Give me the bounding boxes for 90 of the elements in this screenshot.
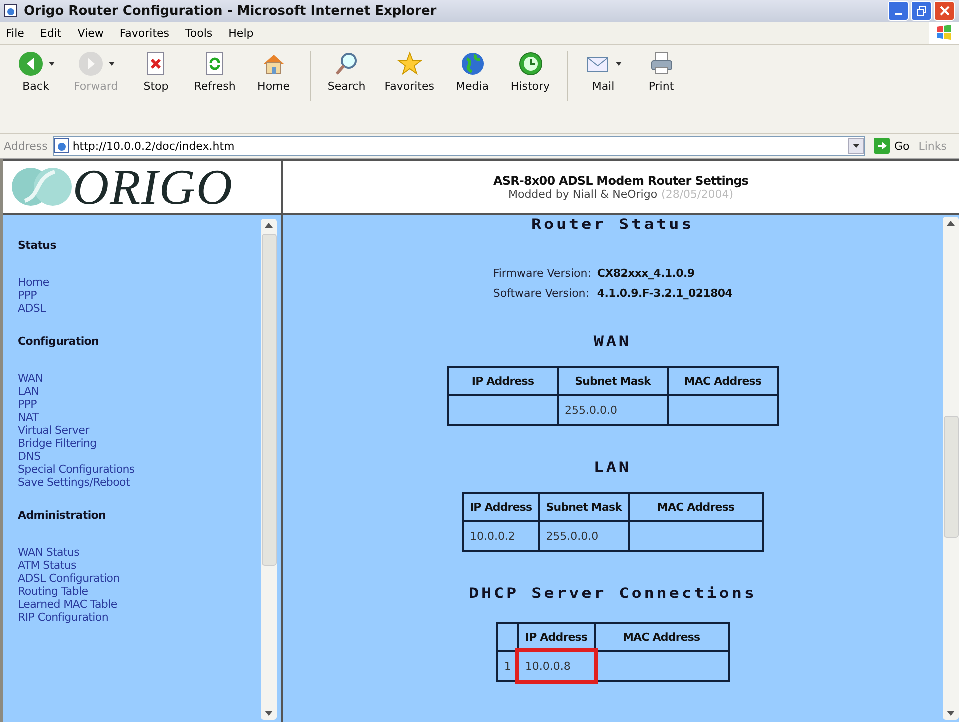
minimize-button[interactable]	[888, 1, 909, 21]
nav-link[interactable]: Virtual Server	[18, 424, 90, 437]
table-cell: 255.0.0.0	[558, 395, 668, 425]
nav-link[interactable]: Save Settings/Reboot	[18, 476, 130, 489]
nav-link[interactable]: Home	[18, 276, 50, 289]
column-header: Subnet Mask	[558, 367, 668, 395]
menu-item[interactable]: Edit	[40, 26, 62, 40]
scroll-up-icon	[265, 223, 273, 228]
section-heading: Configuration	[18, 335, 100, 348]
nav-link[interactable]: Special Configurations	[18, 463, 135, 476]
restore-button[interactable]	[911, 1, 932, 21]
scrollbar[interactable]	[943, 217, 959, 720]
nav-link[interactable]: DNS	[18, 450, 41, 463]
toolbar-button[interactable]: Print	[636, 51, 688, 93]
menu-item[interactable]: Help	[228, 26, 254, 40]
nav-link[interactable]: RIP Configuration	[18, 611, 109, 624]
nav-link[interactable]: ADSL Configuration	[18, 572, 120, 585]
column-header: IP Address	[448, 367, 558, 395]
dropdown-button[interactable]	[848, 138, 864, 154]
go-button[interactable]: Go	[870, 138, 914, 154]
version-value: CX82xxx_4.1.0.9	[597, 267, 696, 280]
star-icon	[396, 51, 423, 77]
toolbar-button[interactable]: Search	[320, 51, 373, 93]
header-subtitle: Modded by Niall & NeOrigo	[508, 188, 658, 200]
window-title: Origo Router Configuration - Microsoft Internet Explorer	[24, 4, 438, 18]
version-label: Software Version:	[493, 287, 590, 300]
menu-item[interactable]: Favorites	[120, 26, 170, 40]
scroll-thumb[interactable]	[944, 416, 958, 538]
nav-link[interactable]: WAN	[18, 372, 44, 385]
toolbar-button[interactable]: Stop	[130, 51, 182, 93]
close-button[interactable]	[934, 1, 955, 21]
page-icon	[54, 138, 70, 154]
nav-link[interactable]: Routing Table	[18, 585, 88, 598]
nav-link[interactable]: PPP	[18, 289, 37, 302]
nav-link[interactable]: Bridge Filtering	[18, 437, 97, 450]
header-date: (28/05/2004)	[662, 188, 734, 200]
address-label: Address	[4, 140, 48, 152]
clock-icon	[518, 51, 544, 77]
scroll-down-icon	[947, 711, 955, 716]
version-value: 4.1.0.9.F-3.2.1_021804	[597, 287, 733, 300]
menu-item[interactable]: Tools	[186, 26, 213, 40]
close-icon	[940, 6, 950, 16]
column-header	[497, 623, 518, 651]
scroll-up-icon	[947, 221, 955, 226]
logo-mark-icon	[11, 166, 73, 208]
column-header: Subnet Mask	[539, 493, 630, 521]
toolbar-button[interactable]: Media	[446, 51, 498, 93]
table-cell: 10.0.0.8	[518, 651, 595, 681]
printer-icon	[648, 51, 674, 77]
address-field[interactable]: http://10.0.0.2/doc/index.htm	[52, 136, 866, 156]
version-label: Firmware Version:	[493, 267, 592, 280]
restore-icon	[916, 6, 926, 16]
windows-logo-icon	[935, 24, 953, 42]
nav-link[interactable]: ATM Status	[18, 559, 76, 572]
column-header: IP Address	[462, 493, 540, 521]
toolbar-button[interactable]: Favorites	[378, 51, 440, 93]
nav-link[interactable]: LAN	[18, 385, 40, 398]
column-header: IP Address	[518, 623, 595, 651]
column-header: MAC Address	[629, 493, 764, 521]
section-heading: Administration	[18, 509, 108, 522]
scroll-thumb[interactable]	[262, 234, 276, 566]
caret-icon	[852, 144, 860, 148]
header-title: ASR-8x00 ADSL Modem Router Settings	[493, 174, 749, 188]
nav-link[interactable]: ADSL	[18, 302, 46, 315]
menu-item[interactable]: View	[78, 26, 104, 40]
page-title: Router Status	[532, 217, 694, 233]
section-heading: Status	[18, 239, 58, 252]
toolbar-button[interactable]: Home	[248, 51, 300, 93]
scrollbar[interactable]	[261, 219, 277, 720]
table-cell: 10.0.0.2	[462, 521, 540, 551]
globe-icon	[460, 51, 486, 77]
menu-item[interactable]: File	[6, 26, 24, 40]
column-header: MAC Address	[594, 623, 729, 651]
browser-icon	[4, 4, 18, 18]
logo-text: ORIGO	[73, 162, 234, 212]
scroll-down-icon	[265, 711, 273, 716]
toolbar-button[interactable]: Refresh	[188, 51, 242, 93]
section-title: LAN	[594, 460, 632, 476]
toolbar-button[interactable]: History	[504, 51, 556, 93]
column-header: MAC Address	[668, 367, 778, 395]
section-title: WAN	[594, 334, 632, 350]
nav-link[interactable]: Learned MAC Table	[18, 598, 118, 611]
table-cell: 255.0.0.0	[539, 521, 630, 551]
search-icon	[334, 51, 360, 77]
section-title: DHCP Server Connections	[469, 586, 757, 602]
nav-link[interactable]: NAT	[18, 411, 39, 424]
nav-link[interactable]: PPP	[18, 398, 37, 411]
toolbar-button[interactable]: Back	[10, 51, 62, 93]
toolbar-button[interactable]: Mail	[578, 51, 630, 93]
nav-link[interactable]: WAN Status	[18, 546, 80, 559]
